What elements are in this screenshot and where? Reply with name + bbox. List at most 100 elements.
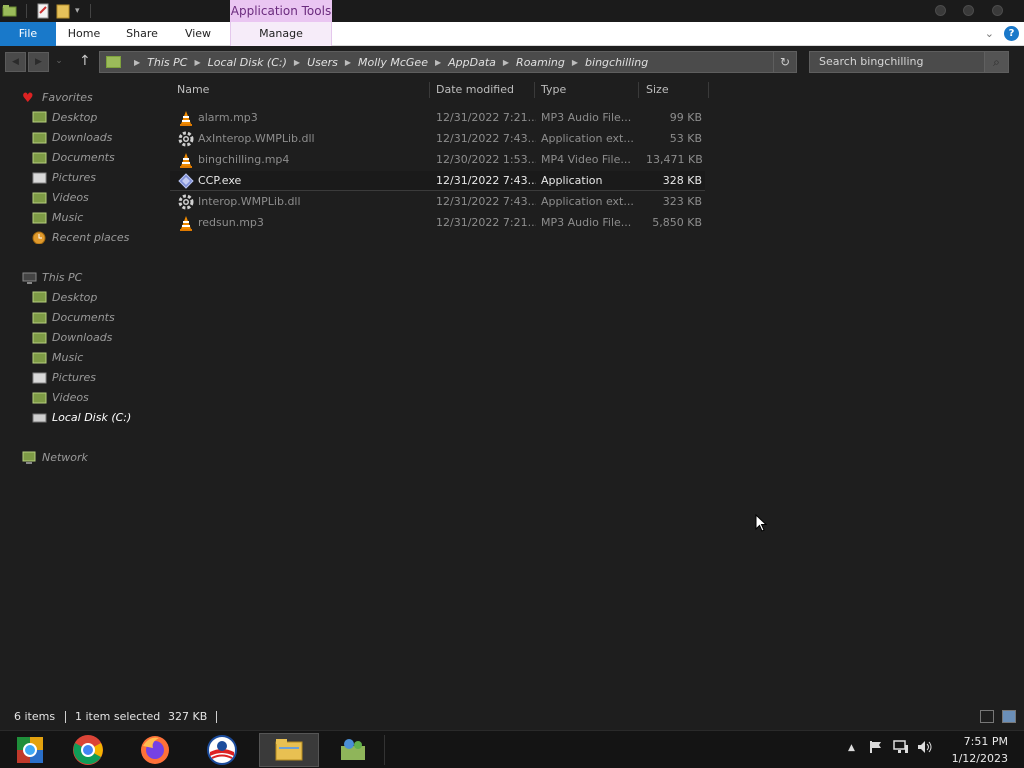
nav-fav-recent-places[interactable]: Recent places: [32, 228, 129, 246]
nav-pc-pictures[interactable]: Pictures: [32, 368, 96, 386]
taskbar-firefox[interactable]: [125, 733, 185, 767]
tab-share[interactable]: Share: [120, 22, 164, 46]
breadcrumb-separator[interactable]: ▶: [134, 58, 140, 67]
refresh-button[interactable]: ↻: [773, 51, 797, 73]
tab-home[interactable]: Home: [62, 22, 106, 46]
file-row[interactable]: redsun.mp3 12/31/2022 7:21... MP3 Audio …: [170, 213, 705, 233]
tab-view[interactable]: View: [178, 22, 218, 46]
breadcrumb-item[interactable]: bingchilling: [585, 56, 648, 69]
breadcrumb-separator[interactable]: ▶: [345, 58, 351, 67]
new-folder-icon[interactable]: [55, 3, 71, 19]
search-placeholder: Search bingchilling: [819, 55, 924, 68]
address-bar[interactable]: ▶ This PC ▶ Local Disk (C:) ▶ Users ▶ Mo…: [99, 51, 774, 73]
file-date: 12/31/2022 7:43...: [436, 174, 536, 187]
tab-home-label: Home: [67, 27, 101, 40]
nav-pc-music[interactable]: Music: [32, 348, 83, 366]
column-header-type[interactable]: Type: [541, 80, 566, 100]
customize-quick-access-icon[interactable]: ▾: [75, 6, 80, 16]
file-size: 13,471 KB: [646, 153, 702, 166]
breadcrumb-item[interactable]: This PC: [147, 56, 187, 69]
tab-view-label: View: [184, 27, 212, 40]
column-divider[interactable]: [429, 82, 430, 98]
nav-fav-videos[interactable]: Videos: [32, 188, 89, 206]
volume-icon[interactable]: [917, 740, 933, 757]
search-icon[interactable]: ⌕: [984, 52, 1008, 72]
file-date: 12/30/2022 1:53...: [436, 153, 536, 166]
taskbar-chrome[interactable]: [58, 733, 118, 767]
close-button[interactable]: [992, 5, 1003, 16]
nav-favorites-label: Favorites: [42, 90, 93, 104]
file-row[interactable]: bingchilling.mp4 12/30/2022 1:53... MP4 …: [170, 150, 705, 170]
column-header-date[interactable]: Date modified: [436, 80, 514, 100]
drive-icon: [32, 413, 47, 422]
column-header-size[interactable]: Size: [646, 80, 669, 100]
nav-pc-documents[interactable]: Documents: [32, 308, 115, 326]
tab-manage[interactable]: Manage: [230, 22, 332, 46]
breadcrumb-separator[interactable]: ▶: [294, 58, 300, 67]
nav-fav-documents[interactable]: Documents: [32, 148, 115, 166]
nav-pc-downloads[interactable]: Downloads: [32, 328, 112, 346]
status-divider: [216, 711, 217, 723]
breadcrumb-separator[interactable]: ▶: [194, 58, 200, 67]
back-button[interactable]: ◀: [5, 52, 26, 72]
large-icons-view-icon[interactable]: [1002, 710, 1016, 723]
nav-fav-music[interactable]: Music: [32, 208, 83, 226]
breadcrumb-separator[interactable]: ▶: [572, 58, 578, 67]
file-date: 12/31/2022 7:21...: [436, 216, 536, 229]
maximize-button[interactable]: [963, 5, 974, 16]
nav-this-pc[interactable]: This PC: [22, 268, 82, 286]
nav-favorites[interactable]: ♥ Favorites: [22, 88, 93, 106]
selection-size: 327 KB: [168, 710, 208, 723]
folder-icon[interactable]: [2, 3, 18, 19]
column-header-name[interactable]: Name: [177, 80, 209, 100]
breadcrumb-item[interactable]: Roaming: [516, 56, 565, 69]
details-view-icon[interactable]: [980, 710, 994, 723]
properties-icon[interactable]: [35, 3, 51, 19]
file-row-selected[interactable]: CCP.exe 12/31/2022 7:43... Application 3…: [170, 171, 705, 191]
action-center-flag-icon[interactable]: [869, 740, 883, 757]
minimize-button[interactable]: [935, 5, 946, 16]
breadcrumb-item[interactable]: Molly McGee: [358, 56, 428, 69]
file-name: Interop.WMPLib.dll: [198, 195, 301, 208]
mouse-cursor-icon: [755, 514, 767, 532]
nav-label: Videos: [52, 390, 89, 404]
taskbar: ▲ 7:51 PM 1/12/2023: [0, 730, 1024, 768]
tab-file[interactable]: File: [0, 22, 56, 46]
network-tray-icon[interactable]: [893, 740, 909, 757]
nav-fav-pictures[interactable]: Pictures: [32, 168, 96, 186]
taskbar-file-explorer[interactable]: [259, 733, 319, 767]
up-arrow-icon[interactable]: ↑: [79, 53, 91, 69]
nav-pc-local-disk[interactable]: Local Disk (C:): [27, 407, 139, 427]
column-divider[interactable]: [708, 82, 709, 98]
show-hidden-icons-icon[interactable]: ▲: [848, 743, 855, 753]
search-input[interactable]: Search bingchilling ⌕: [809, 51, 1009, 73]
column-divider[interactable]: [534, 82, 535, 98]
file-row[interactable]: AxInterop.WMPLib.dll 12/31/2022 7:43... …: [170, 129, 705, 149]
clock-time: 7:51 PM: [963, 735, 1008, 748]
application-tools-context-label: Application Tools: [230, 0, 332, 22]
nav-fav-downloads[interactable]: Downloads: [32, 128, 112, 146]
help-icon[interactable]: ?: [1004, 26, 1019, 41]
nav-pc-videos[interactable]: Videos: [32, 388, 89, 406]
forward-button[interactable]: ▶: [28, 52, 49, 72]
breadcrumb-item[interactable]: Local Disk (C:): [208, 56, 287, 69]
file-row[interactable]: alarm.mp3 12/31/2022 7:21... MP3 Audio F…: [170, 108, 705, 128]
nav-label: Downloads: [52, 130, 113, 144]
taskbar-people-app[interactable]: [323, 733, 383, 767]
round-logo-icon: [207, 735, 237, 765]
nav-fav-desktop[interactable]: Desktop: [32, 108, 97, 126]
breadcrumb-separator[interactable]: ▶: [435, 58, 441, 67]
breadcrumb-item[interactable]: AppData: [448, 56, 496, 69]
breadcrumb-separator[interactable]: ▶: [503, 58, 509, 67]
taskbar-start-app[interactable]: [0, 733, 60, 767]
nav-pc-desktop[interactable]: Desktop: [32, 288, 97, 306]
recent-locations-icon[interactable]: ⌄: [52, 52, 66, 72]
nav-network-label: Network: [42, 450, 88, 464]
system-clock[interactable]: 7:51 PM 1/12/2023: [952, 733, 1008, 767]
nav-network[interactable]: Network: [22, 448, 88, 466]
file-row[interactable]: Interop.WMPLib.dll 12/31/2022 7:43... Ap…: [170, 192, 705, 212]
column-divider[interactable]: [638, 82, 639, 98]
breadcrumb-item[interactable]: Users: [307, 56, 338, 69]
chevron-down-icon[interactable]: ⌄: [985, 27, 994, 40]
taskbar-app-logo[interactable]: [192, 733, 252, 767]
